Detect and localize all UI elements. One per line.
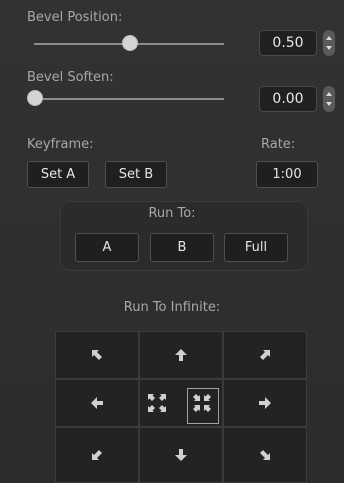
run-top-button[interactable] <box>139 331 223 379</box>
bevel-position-stepper[interactable] <box>323 30 335 56</box>
increment-icon[interactable] <box>326 92 332 96</box>
run-bottom-right-button[interactable] <box>223 427 307 483</box>
run-to-label: Run To: <box>148 206 196 221</box>
bevel-soften-field[interactable]: 0.00 <box>259 86 317 112</box>
bevel-soften-slider-track[interactable] <box>34 98 224 100</box>
decrement-icon[interactable] <box>326 46 332 50</box>
bevel-soften-label: Bevel Soften: <box>27 70 114 85</box>
bevel-soften-stepper[interactable] <box>323 86 335 112</box>
run-to-infinite-label: Run To Infinite: <box>123 300 221 315</box>
rate-field[interactable]: 1:00 <box>256 161 318 188</box>
run-bottom-button[interactable] <box>139 427 223 483</box>
run-to-full-button[interactable]: Full <box>224 233 288 262</box>
run-right-button[interactable] <box>223 379 307 427</box>
run-center-button[interactable] <box>139 379 223 427</box>
arrow-left-icon <box>91 397 103 409</box>
run-top-right-button[interactable] <box>223 331 307 379</box>
arrow-right-icon <box>259 397 271 409</box>
keyframe-label: Keyframe: <box>27 137 94 152</box>
arrow-down-icon <box>175 449 187 461</box>
bevel-soften-slider-handle[interactable] <box>27 90 43 106</box>
arrow-up-left-icon <box>92 350 102 360</box>
run-to-infinite-grid <box>55 331 308 483</box>
set-a-button[interactable]: Set A <box>27 161 89 188</box>
bevel-position-slider-handle[interactable] <box>122 35 138 51</box>
decrement-icon[interactable] <box>326 102 332 106</box>
run-bottom-left-button[interactable] <box>55 427 139 483</box>
bevel-position-field[interactable]: 0.50 <box>259 30 317 56</box>
set-b-button[interactable]: Set B <box>105 161 167 188</box>
arrow-up-icon <box>175 349 187 361</box>
transition-panel: Bevel Position: 0.50 Bevel Soften: 0.00 … <box>0 0 344 483</box>
rate-label: Rate: <box>261 137 296 152</box>
collapse-center-icon <box>193 394 211 412</box>
increment-icon[interactable] <box>326 36 332 40</box>
run-left-button[interactable] <box>55 379 139 427</box>
run-to-a-button[interactable]: A <box>75 233 139 262</box>
run-top-left-button[interactable] <box>55 331 139 379</box>
arrow-down-left-icon <box>92 450 102 460</box>
arrow-down-right-icon <box>260 450 270 460</box>
bevel-position-label: Bevel Position: <box>27 10 123 25</box>
arrow-up-right-icon <box>260 350 270 360</box>
run-to-b-button[interactable]: B <box>150 233 214 262</box>
